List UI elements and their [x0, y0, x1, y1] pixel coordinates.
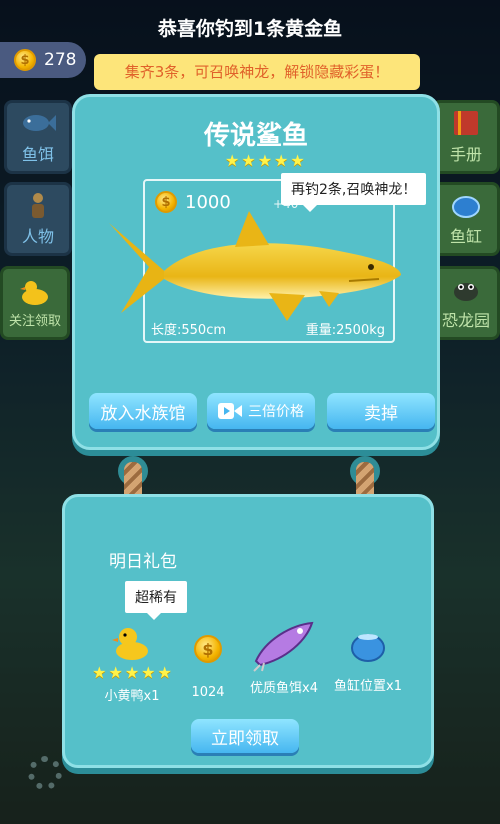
side-menu-label: 人物 [21, 227, 54, 246]
side-menu-bait[interactable]: 鱼饵 [4, 100, 72, 174]
reward-label: 鱼缸位置x1 [334, 679, 402, 694]
video-icon [218, 403, 242, 419]
triple-price-label: 三倍价格 [248, 404, 304, 420]
star-icon: ★ [225, 151, 240, 170]
fish-rating: ★ ★ ★ ★ ★ [225, 153, 305, 169]
coin-balance: $ 278 [0, 42, 86, 78]
reward-label: 1024 [191, 685, 225, 700]
side-menu-label: 手册 [449, 145, 482, 164]
lure-icon [253, 621, 314, 672]
coin-icon: $ [194, 635, 222, 663]
side-menu-label: 鱼缸 [449, 227, 482, 246]
triple-price-button[interactable]: 三倍价格 [207, 393, 315, 429]
side-menu-label: 鱼饵 [21, 145, 54, 164]
notice-banner: 集齐3条，可召唤神龙，解锁隐藏彩蛋！ [94, 54, 420, 90]
star-icon: ★ [241, 151, 256, 170]
reward-item: 鱼缸位置x1 [323, 629, 413, 694]
super-rare-badge: 超稀有 [125, 581, 187, 620]
dinosaur-icon [454, 283, 478, 301]
page-title: 恭喜你钓到1条黄金鱼 [157, 18, 343, 40]
reward-item: 优质鱼饵x4 [239, 617, 329, 696]
golden-shark-image [109, 211, 401, 321]
side-menu-fishbowl[interactable]: 鱼缸 [432, 182, 500, 256]
duck-icon [20, 280, 48, 305]
coin-amount: 278 [44, 50, 77, 70]
claim-now-button[interactable]: 立即领取 [191, 719, 299, 753]
side-menu-label: 恐龙园 [441, 311, 490, 330]
rubber-duck-icon [112, 628, 148, 660]
side-menu-handbook[interactable]: 手册 [432, 100, 500, 174]
sell-button[interactable]: 卖掉 [327, 393, 435, 429]
side-menu-label: 关注领取 [8, 313, 61, 329]
catch-card: 传说鲨鱼 ★ ★ ★ ★ ★ $ 1000 +40 长度:550cm 重量:25… [72, 94, 440, 450]
settings-gear-icon[interactable] [28, 756, 62, 790]
coin-icon: $ [14, 49, 36, 71]
side-menu-follow[interactable]: 关注领取 [0, 266, 70, 340]
fishbowl-icon [452, 196, 480, 218]
book-icon [454, 111, 478, 135]
fish-icon [23, 115, 56, 131]
fishbowl-icon [351, 634, 385, 662]
reward-label: 小黄鸭x1 [104, 689, 160, 704]
side-menu-dinosaur-park[interactable]: 恐龙园 [432, 266, 500, 340]
fish-name: 传说鲨鱼 [203, 121, 308, 151]
star-icon: ★ [124, 663, 140, 682]
dragon-hint-tooltip: 再钓2条,召唤神龙！ [281, 173, 427, 212]
star-icon: ★ [108, 663, 123, 682]
star-icon: ★ [274, 151, 289, 170]
star-icon: ★ [141, 663, 156, 682]
person-icon [32, 193, 44, 218]
star-icon: ★ [92, 663, 107, 682]
reward-rating: ★ ★ ★ ★ ★ [92, 665, 172, 681]
star-icon: ★ [290, 151, 305, 170]
reward-label: 优质鱼饵x4 [250, 681, 318, 696]
side-menu-character[interactable]: 人物 [4, 182, 72, 256]
star-icon: ★ [257, 151, 273, 170]
gift-title: 明日礼包 [109, 552, 177, 572]
tomorrow-gift-card: 明日礼包 超稀有 ★ ★ ★ ★ ★ 小黄鸭x1 $ 1024 优质鱼饵x4 鱼… [62, 494, 434, 768]
put-in-aquarium-button[interactable]: 放入水族馆 [89, 393, 197, 429]
